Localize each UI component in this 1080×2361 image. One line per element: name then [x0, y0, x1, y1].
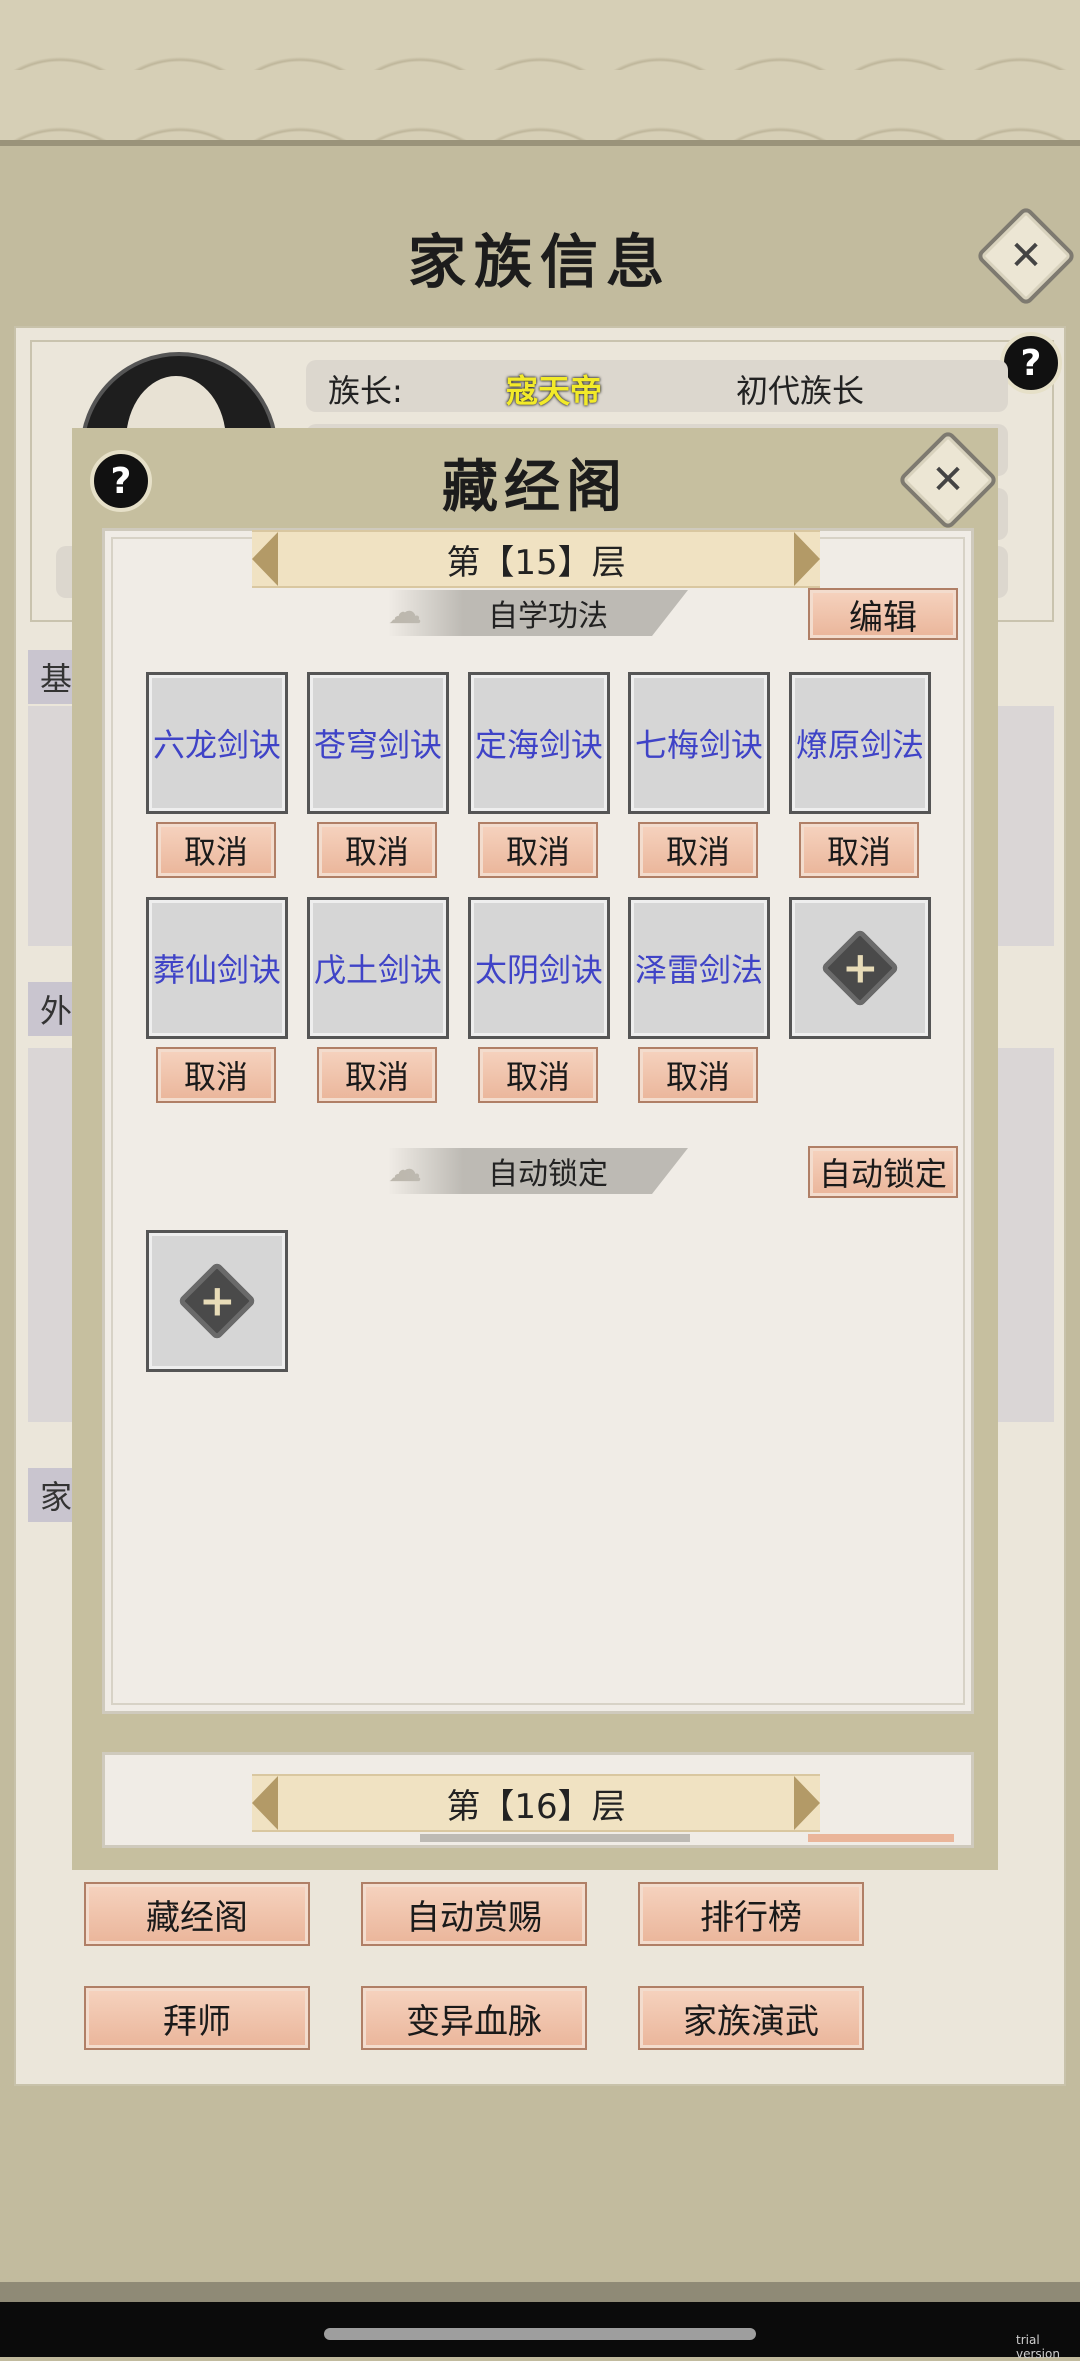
leaderboard-button[interactable]: 排行榜 — [638, 1882, 864, 1946]
skill-slot[interactable]: 定海剑诀 — [468, 672, 610, 814]
close-icon: ✕ — [931, 457, 965, 503]
cancel-button[interactable]: 取消 — [317, 1047, 437, 1103]
add-auto-lock-slot[interactable]: + — [146, 1230, 288, 1372]
cancel-button[interactable]: 取消 — [156, 1047, 276, 1103]
floor-16-banner: 第【16】层 — [252, 1774, 820, 1832]
mutant-bloodline-button[interactable]: 变异血脉 — [361, 1986, 587, 2050]
section-tab-family[interactable]: 家 — [28, 1468, 78, 1522]
section-tab-external[interactable]: 外 — [28, 982, 78, 1036]
skill-slot[interactable]: 葬仙剑诀 — [146, 897, 288, 1039]
skill-slot[interactable]: 戊土剑诀 — [307, 897, 449, 1039]
add-skill-slot[interactable]: + — [789, 897, 931, 1039]
auto-lock-section-label: 自动锁定 — [388, 1148, 688, 1194]
bottom-border — [0, 2282, 1080, 2304]
leader-label: 族长: — [328, 372, 403, 410]
help-button[interactable]: ? — [1000, 332, 1062, 394]
scripture-pavilion-button[interactable]: 藏经阁 — [84, 1882, 310, 1946]
plus-icon: + — [177, 1261, 257, 1341]
question-icon: ? — [110, 460, 132, 502]
modal-title: 藏经阁 — [442, 454, 628, 520]
cancel-button[interactable]: 取消 — [317, 822, 437, 878]
auto-reward-button[interactable]: 自动赏赐 — [361, 1882, 587, 1946]
apprentice-button[interactable]: 拜师 — [84, 1986, 310, 2050]
plus-icon: + — [820, 928, 900, 1008]
page-title: 家族信息 — [407, 228, 672, 296]
cancel-button[interactable]: 取消 — [638, 1047, 758, 1103]
family-martial-button[interactable]: 家族演武 — [638, 1986, 864, 2050]
cancel-button[interactable]: 取消 — [156, 822, 276, 878]
skill-slot[interactable]: 六龙剑诀 — [146, 672, 288, 814]
skill-slot[interactable]: 太阴剑诀 — [468, 897, 610, 1039]
question-icon: ? — [1020, 342, 1042, 384]
leader-name: 寇天帝 — [506, 372, 603, 410]
section-label-peek — [420, 1834, 690, 1842]
skill-slot[interactable]: 七梅剑诀 — [628, 672, 770, 814]
cancel-button[interactable]: 取消 — [799, 822, 919, 878]
home-indicator[interactable] — [324, 2328, 756, 2340]
cancel-button[interactable]: 取消 — [638, 822, 758, 878]
leader-row: 族长: 寇天帝 初代族长 — [306, 360, 1008, 412]
close-icon: ✕ — [1009, 233, 1043, 279]
decorative-wave-band — [0, 0, 1080, 146]
section-tab-basic[interactable]: 基 — [28, 650, 78, 704]
skill-slot[interactable]: 泽雷剑法 — [628, 897, 770, 1039]
auto-lock-button[interactable]: 自动锁定 — [808, 1146, 958, 1198]
self-study-section-label: 自学功法 — [388, 590, 688, 636]
modal-help-button[interactable]: ? — [90, 450, 152, 512]
skill-slot[interactable]: 苍穹剑诀 — [307, 672, 449, 814]
floor-15-banner: 第【15】层 — [252, 530, 820, 588]
button-peek — [808, 1834, 954, 1842]
skill-slot[interactable]: 燎原剑法 — [789, 672, 931, 814]
cancel-button[interactable]: 取消 — [478, 1047, 598, 1103]
edit-button[interactable]: 编辑 — [808, 588, 958, 640]
cancel-button[interactable]: 取消 — [478, 822, 598, 878]
leader-title: 初代族长 — [736, 372, 865, 410]
